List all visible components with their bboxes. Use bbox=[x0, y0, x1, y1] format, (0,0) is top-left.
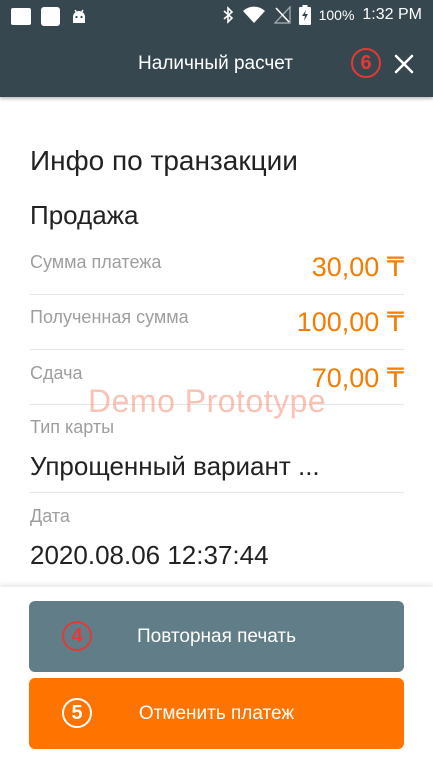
status-bar: 100% 1:32 PM bbox=[0, 0, 433, 31]
received-amount-value: 100,00 ₸ bbox=[296, 307, 404, 337]
transaction-type: Продажа bbox=[30, 200, 139, 230]
cancel-payment-button-label: Отменить платеж bbox=[138, 703, 295, 724]
reprint-button-label: Повторная печать bbox=[136, 626, 297, 647]
status-system: 100% 1:32 PM bbox=[222, 5, 422, 25]
battery-charging-icon bbox=[298, 5, 311, 25]
android-icon bbox=[73, 9, 85, 23]
clock: 1:32 PM bbox=[362, 6, 422, 23]
card-type-block: Тип карты Упрощенный вариант ... bbox=[30, 413, 404, 493]
bluetooth-icon bbox=[223, 6, 233, 24]
step-marker-4: 4 bbox=[62, 621, 92, 651]
section-title: Инфо по транзакции bbox=[30, 145, 298, 176]
battery-percent: 100% bbox=[318, 7, 355, 23]
date-block: Дата 2020.08.06 12:37:44 bbox=[30, 502, 404, 582]
wifi-icon bbox=[242, 6, 265, 23]
action-footer: 4 Повторная печать 5 Отменить платеж bbox=[0, 587, 433, 769]
image-icon bbox=[41, 7, 60, 26]
no-signal-icon bbox=[273, 6, 291, 24]
date-label: Дата bbox=[30, 506, 70, 526]
change-label: Сдача bbox=[30, 363, 83, 383]
received-amount-label: Полученная сумма bbox=[30, 307, 189, 327]
received-amount-row: Полученная сумма 100,00 ₸ bbox=[30, 295, 404, 350]
close-icon[interactable] bbox=[390, 50, 418, 78]
step-marker-6: 6 bbox=[351, 48, 381, 78]
payment-amount-label: Сумма платежа bbox=[30, 252, 162, 272]
step-marker-5: 5 bbox=[62, 698, 92, 728]
transaction-details: Инфо по транзакции Продажа Сумма платежа… bbox=[0, 97, 433, 587]
card-type-value: Упрощенный вариант ... bbox=[30, 451, 320, 481]
message-icon bbox=[11, 8, 31, 25]
payment-amount-row: Сумма платежа 30,00 ₸ bbox=[30, 238, 404, 295]
payment-amount-value: 30,00 ₸ bbox=[311, 252, 404, 282]
status-notifications bbox=[11, 7, 88, 26]
cancel-payment-button[interactable]: 5 Отменить платеж bbox=[29, 678, 404, 749]
card-type-label: Тип карты bbox=[30, 417, 115, 437]
date-value: 2020.08.06 12:37:44 bbox=[30, 540, 269, 570]
app-bar: Наличный расчет 6 bbox=[0, 31, 433, 97]
reprint-button[interactable]: 4 Повторная печать bbox=[29, 601, 404, 672]
